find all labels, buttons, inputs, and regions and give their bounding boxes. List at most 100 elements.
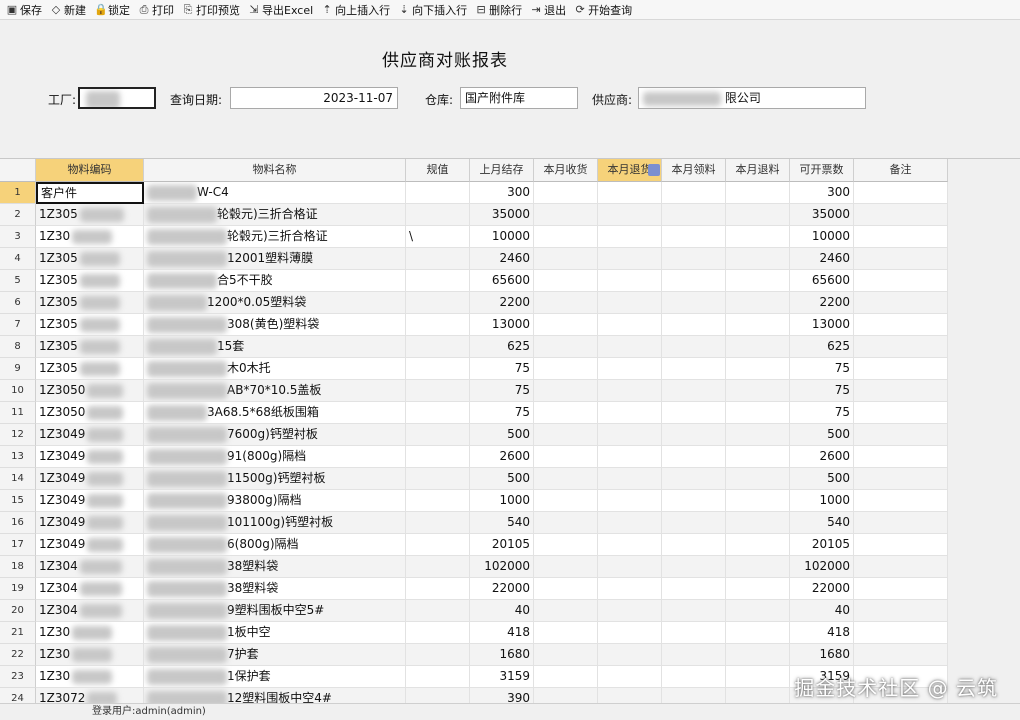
- grid-cell[interactable]: W-C4: [144, 182, 406, 204]
- grid-cell[interactable]: [406, 424, 470, 446]
- grid-cell[interactable]: [854, 622, 948, 644]
- grid-cell[interactable]: [726, 380, 790, 402]
- grid-cell[interactable]: \: [406, 226, 470, 248]
- grid-cell[interactable]: [534, 622, 598, 644]
- grid-cell[interactable]: 75: [470, 358, 534, 380]
- grid-cell[interactable]: [726, 556, 790, 578]
- row-number[interactable]: 11: [0, 402, 36, 424]
- grid-cell[interactable]: [726, 336, 790, 358]
- table-row[interactable]: 1Z305 合5不干胶 65600 65600: [36, 270, 948, 292]
- grid-cell[interactable]: 1Z305: [36, 292, 144, 314]
- grid-cell[interactable]: [598, 182, 662, 204]
- column-header[interactable]: 物料编码: [36, 159, 144, 182]
- grid-cell[interactable]: [598, 468, 662, 490]
- grid-cell[interactable]: [662, 666, 726, 688]
- grid-cell[interactable]: [406, 292, 470, 314]
- grid-cell[interactable]: [598, 688, 662, 703]
- grid-cell[interactable]: [534, 380, 598, 402]
- grid-cell[interactable]: [726, 226, 790, 248]
- grid-cell[interactable]: 1Z304: [36, 578, 144, 600]
- grid-cell[interactable]: [406, 182, 470, 204]
- grid-cell[interactable]: 1Z3050: [36, 402, 144, 424]
- grid-cell[interactable]: 22000: [790, 578, 854, 600]
- grid-cell[interactable]: 1Z304: [36, 556, 144, 578]
- supplier-field[interactable]: 限公司: [638, 87, 866, 109]
- grid-cell[interactable]: 500: [790, 468, 854, 490]
- grid-cell[interactable]: [662, 424, 726, 446]
- grid-cell[interactable]: [854, 578, 948, 600]
- grid-cell[interactable]: [406, 468, 470, 490]
- grid-cell[interactable]: [662, 380, 726, 402]
- row-number[interactable]: 1: [0, 182, 36, 204]
- grid-cell[interactable]: 6(800g)隔档: [144, 534, 406, 556]
- column-header[interactable]: 规值: [406, 159, 470, 182]
- column-header[interactable]: 本月领料: [662, 159, 726, 182]
- column-header[interactable]: 备注: [854, 159, 948, 182]
- grid-cell[interactable]: 300: [470, 182, 534, 204]
- table-row[interactable]: 1Z3050 AB*70*10.5盖板 75 75: [36, 380, 948, 402]
- row-number[interactable]: 17: [0, 534, 36, 556]
- grid-cell[interactable]: [598, 556, 662, 578]
- data-grid[interactable]: 物料编码 物料名称 规值 上月结存 本月收货 本月退货 本月领料 本月退料 可开票数 备注 1 客户件…: [0, 158, 1020, 703]
- row-number[interactable]: 23: [0, 666, 36, 688]
- grid-cell[interactable]: [406, 534, 470, 556]
- grid-cell[interactable]: 1000: [470, 490, 534, 512]
- grid-cell[interactable]: [854, 600, 948, 622]
- grid-cell[interactable]: [598, 292, 662, 314]
- grid-cell[interactable]: 91(800g)隔档: [144, 446, 406, 468]
- grid-cell[interactable]: [598, 204, 662, 226]
- grid-cell[interactable]: [534, 468, 598, 490]
- grid-cell[interactable]: [854, 270, 948, 292]
- grid-cell[interactable]: [854, 358, 948, 380]
- grid-cell[interactable]: 102000: [790, 556, 854, 578]
- grid-cell[interactable]: [662, 314, 726, 336]
- grid-cell[interactable]: [406, 490, 470, 512]
- grid-cell[interactable]: 20105: [470, 534, 534, 556]
- grid-cell[interactable]: [534, 644, 598, 666]
- grid-cell[interactable]: [726, 578, 790, 600]
- grid-cell[interactable]: 轮毂元)三折合格证: [144, 226, 406, 248]
- grid-cell[interactable]: 1保护套: [144, 666, 406, 688]
- row-number[interactable]: 3: [0, 226, 36, 248]
- grid-cell[interactable]: [534, 424, 598, 446]
- row-number[interactable]: 20: [0, 600, 36, 622]
- grid-cell[interactable]: [662, 468, 726, 490]
- grid-cell[interactable]: [662, 688, 726, 703]
- grid-cell[interactable]: [598, 600, 662, 622]
- grid-cell[interactable]: [662, 358, 726, 380]
- grid-cell[interactable]: [854, 490, 948, 512]
- table-row[interactable]: 1Z3049 93800g)隔档 1000 1000: [36, 490, 948, 512]
- grid-cell[interactable]: [598, 336, 662, 358]
- table-row[interactable]: 1Z3049 11500g)钙塑衬板 500 500: [36, 468, 948, 490]
- grid-cell[interactable]: [406, 204, 470, 226]
- grid-cell[interactable]: 65600: [470, 270, 534, 292]
- grid-cell[interactable]: 合5不干胶: [144, 270, 406, 292]
- grid-cell[interactable]: [726, 512, 790, 534]
- grid-cell[interactable]: 2460: [790, 248, 854, 270]
- grid-cell[interactable]: [534, 578, 598, 600]
- save-button[interactable]: ▣ 保存: [2, 1, 46, 19]
- grid-cell[interactable]: 1Z304: [36, 600, 144, 622]
- grid-cell[interactable]: [534, 556, 598, 578]
- row-number[interactable]: 24: [0, 688, 36, 703]
- grid-cell[interactable]: [406, 666, 470, 688]
- grid-cell[interactable]: [662, 204, 726, 226]
- grid-cell[interactable]: 13000: [470, 314, 534, 336]
- date-field[interactable]: 2023-11-07: [230, 87, 398, 109]
- grid-cell[interactable]: [726, 424, 790, 446]
- grid-cell[interactable]: 客户件: [36, 182, 144, 204]
- column-header[interactable]: 本月退料: [726, 159, 790, 182]
- grid-cell[interactable]: [662, 446, 726, 468]
- grid-cell[interactable]: [406, 446, 470, 468]
- exit-button[interactable]: ⇥ 退出: [526, 1, 570, 19]
- table-row[interactable]: 1Z3049 91(800g)隔档 2600 2600: [36, 446, 948, 468]
- grid-cell[interactable]: 11500g)钙塑衬板: [144, 468, 406, 490]
- grid-cell[interactable]: [534, 336, 598, 358]
- export-excel-button[interactable]: ⇲ 导出Excel: [244, 1, 317, 19]
- grid-cell[interactable]: 540: [470, 512, 534, 534]
- factory-field[interactable]: [78, 87, 156, 109]
- grid-cell[interactable]: [406, 512, 470, 534]
- grid-cell[interactable]: [406, 578, 470, 600]
- grid-cell[interactable]: 1680: [470, 644, 534, 666]
- grid-cell[interactable]: [726, 666, 790, 688]
